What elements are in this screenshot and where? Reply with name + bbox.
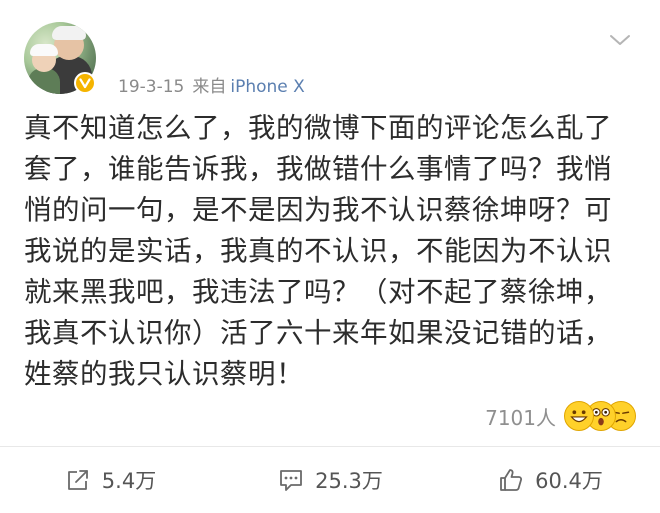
post-text: 真不知道怎么了，我的微博下面的评论怎么乱了套了，谁能告诉我，我做错什么事情了吗？… (24, 112, 612, 390)
like-button[interactable]: 60.4万 (440, 465, 660, 495)
reaction-count: 7101人 (485, 405, 556, 430)
verified-badge-icon (74, 72, 96, 94)
action-bar: 5.4万 25.3万 60.4万 (0, 447, 660, 513)
post-meta: 19-3-15 来自 iPhone X (118, 72, 305, 97)
post-timestamp: 19-3-15 (118, 77, 185, 97)
comment-count: 25.3万 (315, 469, 383, 493)
reactions-summary[interactable]: 7101人 (485, 398, 636, 434)
post-header: 19-3-15 来自 iPhone X (0, 0, 660, 110)
reaction-emojis (564, 399, 636, 433)
repost-button[interactable]: 5.4万 (0, 465, 220, 495)
device-link[interactable]: iPhone X (230, 77, 304, 97)
comment-icon (280, 470, 303, 491)
thumbs-up-icon (500, 469, 523, 491)
like-count: 60.4万 (535, 469, 603, 493)
chevron-down-icon[interactable] (608, 28, 632, 52)
grin-emoji (564, 401, 594, 431)
comment-button[interactable]: 25.3万 (220, 465, 440, 495)
repost-count: 5.4万 (101, 469, 157, 493)
source-prefix: 来自 (192, 77, 227, 97)
repost-icon (67, 470, 88, 490)
